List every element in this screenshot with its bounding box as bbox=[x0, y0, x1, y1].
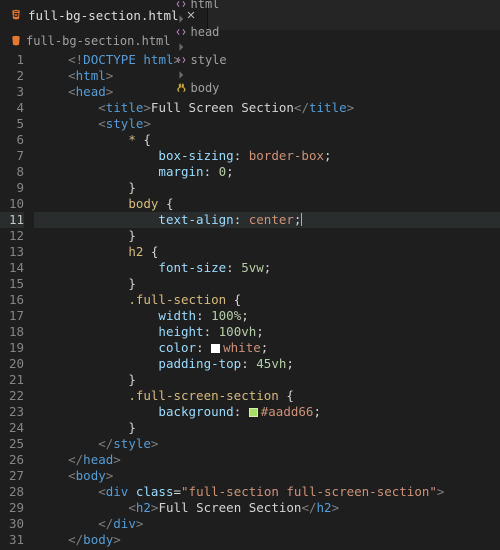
code-line[interactable]: <head> bbox=[34, 84, 500, 100]
symbol-icon bbox=[175, 0, 187, 10]
color-swatch[interactable] bbox=[211, 344, 220, 353]
code-line[interactable]: </style> bbox=[34, 436, 500, 452]
line-number: 21 bbox=[0, 372, 24, 388]
code-line[interactable]: h2 { bbox=[34, 244, 500, 260]
code-line[interactable]: body { bbox=[34, 196, 500, 212]
editor-window: full-bg-section.html full-bg-section.htm… bbox=[0, 0, 500, 550]
line-number: 28 bbox=[0, 484, 24, 500]
code-line[interactable]: } bbox=[34, 372, 500, 388]
code-line[interactable]: <!DOCTYPE html> bbox=[34, 52, 500, 68]
line-number: 23 bbox=[0, 404, 24, 420]
line-number: 9 bbox=[0, 180, 24, 196]
code-line[interactable]: <style> bbox=[34, 116, 500, 132]
code-line[interactable]: height: 100vh; bbox=[34, 324, 500, 340]
line-number: 16 bbox=[0, 292, 24, 308]
code-line[interactable]: <body> bbox=[34, 468, 500, 484]
line-number: 14 bbox=[0, 260, 24, 276]
code-line[interactable]: </body> bbox=[34, 532, 500, 548]
code-line[interactable]: } bbox=[34, 228, 500, 244]
text-cursor bbox=[301, 213, 302, 226]
code-line[interactable]: .full-section { bbox=[34, 292, 500, 308]
code-line[interactable]: </div> bbox=[34, 516, 500, 532]
code-line[interactable]: box-sizing: border-box; bbox=[34, 148, 500, 164]
code-line[interactable]: } bbox=[34, 180, 500, 196]
line-number: 22 bbox=[0, 388, 24, 404]
code-line[interactable]: color: white; bbox=[34, 340, 500, 356]
chevron-right-icon bbox=[175, 13, 227, 25]
code-line[interactable]: margin: 0; bbox=[34, 164, 500, 180]
line-number: 29 bbox=[0, 500, 24, 516]
breadcrumb-segment-label: head bbox=[191, 25, 220, 39]
breadcrumb-segment-head[interactable]: head bbox=[175, 25, 220, 39]
line-number-gutter: 1234567891011121314151617181920212223242… bbox=[0, 52, 34, 550]
code-line[interactable]: text-align: center; bbox=[34, 212, 500, 228]
code-line[interactable]: </head> bbox=[34, 452, 500, 468]
breadcrumb-file[interactable]: full-bg-section.html bbox=[10, 34, 171, 48]
breadcrumb-segment-html[interactable]: html bbox=[175, 0, 220, 11]
line-number: 6 bbox=[0, 132, 24, 148]
code-line[interactable]: <html> bbox=[34, 68, 500, 84]
file-tab-label: full-bg-section.html bbox=[28, 8, 179, 23]
symbol-icon bbox=[175, 26, 187, 38]
line-number: 10 bbox=[0, 196, 24, 212]
breadcrumb-segment-label: html bbox=[191, 0, 220, 11]
html-file-icon bbox=[10, 9, 22, 21]
tab-bar: full-bg-section.html bbox=[0, 0, 500, 30]
line-number: 2 bbox=[0, 68, 24, 84]
line-number: 11 bbox=[0, 212, 24, 228]
line-number: 1 bbox=[0, 52, 24, 68]
line-number: 4 bbox=[0, 100, 24, 116]
line-number: 24 bbox=[0, 420, 24, 436]
code-line[interactable]: padding-top: 45vh; bbox=[34, 356, 500, 372]
code-line[interactable]: } bbox=[34, 420, 500, 436]
line-number: 18 bbox=[0, 324, 24, 340]
line-number: 25 bbox=[0, 436, 24, 452]
line-number: 13 bbox=[0, 244, 24, 260]
line-number: 3 bbox=[0, 84, 24, 100]
code-line[interactable]: background: #aadd66; bbox=[34, 404, 500, 420]
code-line[interactable]: * { bbox=[34, 132, 500, 148]
line-number: 5 bbox=[0, 116, 24, 132]
code-line[interactable]: <title>Full Screen Section</title> bbox=[34, 100, 500, 116]
line-number: 30 bbox=[0, 516, 24, 532]
breadcrumb-file-label: full-bg-section.html bbox=[26, 34, 171, 48]
line-number: 26 bbox=[0, 452, 24, 468]
color-swatch[interactable] bbox=[249, 408, 258, 417]
code-line[interactable]: .full-screen-section { bbox=[34, 388, 500, 404]
line-number: 12 bbox=[0, 228, 24, 244]
line-number: 15 bbox=[0, 276, 24, 292]
code-line[interactable]: } bbox=[34, 276, 500, 292]
line-number: 19 bbox=[0, 340, 24, 356]
line-number: 31 bbox=[0, 532, 24, 548]
line-number: 27 bbox=[0, 468, 24, 484]
line-number: 8 bbox=[0, 164, 24, 180]
code-content[interactable]: <!DOCTYPE html> <html> <head> <title>Ful… bbox=[34, 52, 500, 550]
line-number: 17 bbox=[0, 308, 24, 324]
html-file-icon bbox=[10, 35, 22, 47]
code-editor[interactable]: 1234567891011121314151617181920212223242… bbox=[0, 52, 500, 550]
code-line[interactable]: <h2>Full Screen Section</h2> bbox=[34, 500, 500, 516]
code-line[interactable]: font-size: 5vw; bbox=[34, 260, 500, 276]
breadcrumb: full-bg-section.html htmlheadstylebody bbox=[0, 30, 500, 52]
code-line[interactable]: width: 100%; bbox=[34, 308, 500, 324]
line-number: 7 bbox=[0, 148, 24, 164]
line-number: 20 bbox=[0, 356, 24, 372]
code-line[interactable]: <div class="full-section full-screen-sec… bbox=[34, 484, 500, 500]
